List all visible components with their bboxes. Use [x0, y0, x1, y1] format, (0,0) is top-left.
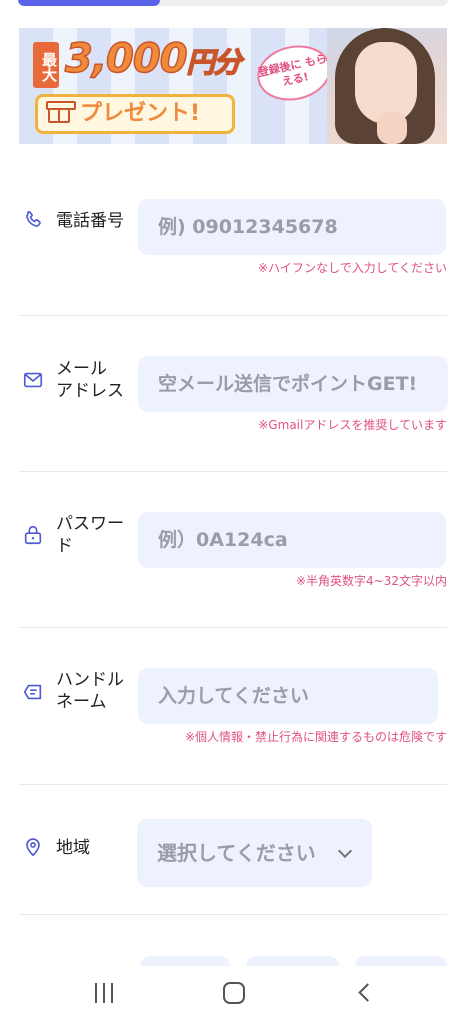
banner-amount-unit: 円分: [186, 45, 243, 80]
system-navigation-bar: [0, 966, 466, 1024]
banner-model-image: [327, 28, 447, 144]
banner-amount-value: 3,000: [64, 35, 188, 83]
recents-icon[interactable]: [93, 983, 115, 1003]
location-pin-icon: [26, 838, 40, 857]
password-label: パスワー ド: [56, 514, 124, 556]
banner-present-text: プレゼント!: [80, 101, 201, 126]
gift-icon: [46, 101, 76, 123]
region-select[interactable]: 選択してください: [137, 819, 372, 887]
chevron-down-icon: [337, 843, 353, 859]
email-hint: ※Gmailアドレスを推奨しています: [258, 418, 447, 432]
lock-icon: [24, 525, 42, 545]
divider: [19, 914, 447, 915]
banner-present-label: プレゼント!: [35, 94, 235, 134]
promo-banner[interactable]: 最大 3,000円分 プレゼント! 登録後に もらえる!: [19, 28, 447, 144]
divider: [19, 784, 447, 785]
region-label: 地域: [56, 838, 90, 858]
handle-name-hint: ※個人情報・禁止行為に関連するものは危険です: [184, 730, 447, 744]
mail-icon: [23, 372, 43, 388]
banner-speech-bubble: 登録後に もらえる!: [252, 38, 336, 108]
region-select-value: 選択してください: [157, 841, 316, 865]
email-input[interactable]: 空メール送信でポイントGET!: [138, 356, 448, 412]
divider: [19, 627, 447, 628]
banner-amount: 3,000円分: [64, 35, 243, 83]
handle-name-label: ハンドル ネーム: [56, 670, 124, 712]
password-hint: ※半角英数字4~32文字以内: [295, 574, 447, 588]
back-icon[interactable]: [358, 983, 377, 1002]
progress-fill: [18, 0, 160, 6]
email-row: メール アドレス 空メール送信でポイントGET! ※Gmailアドレスを推奨して…: [19, 355, 448, 435]
tag-icon: [23, 684, 42, 700]
email-label: メール アドレス: [56, 359, 124, 401]
divider: [19, 315, 447, 316]
region-row: 地域 選択してください: [19, 818, 447, 890]
registration-progress-bar: [18, 0, 448, 6]
handle-name-row: ハンドル ネーム 入力してください ※個人情報・禁止行為に関連するものは危険です: [19, 667, 447, 747]
phone-icon: [26, 210, 41, 227]
handle-name-input[interactable]: 入力してください: [138, 668, 438, 724]
home-icon[interactable]: [223, 982, 245, 1004]
password-input[interactable]: 例）0A124ca: [138, 512, 446, 568]
phone-input[interactable]: 例) 09012345678: [138, 199, 446, 255]
phone-hint: ※ハイフンなしで入力してください: [258, 261, 447, 275]
password-row: パスワー ド 例）0A124ca ※半角英数字4~32文字以内: [19, 511, 447, 591]
banner-max-badge: 最大: [33, 42, 59, 88]
phone-label: 電話番号: [56, 211, 124, 231]
phone-row: 電話番号 例) 09012345678 ※ハイフンなしで入力してください: [19, 198, 447, 278]
divider: [19, 471, 447, 472]
